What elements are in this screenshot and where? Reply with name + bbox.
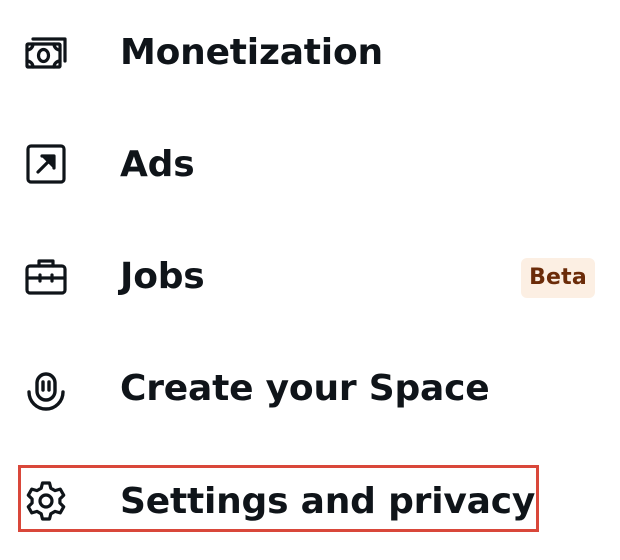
menu-item-settings-privacy[interactable]: Settings and privacy bbox=[0, 448, 620, 560]
menu-item-label: Create your Space bbox=[120, 368, 490, 409]
menu-item-jobs[interactable]: Jobs Beta bbox=[0, 224, 620, 336]
beta-badge: Beta bbox=[521, 258, 595, 298]
menu-item-label: Jobs bbox=[120, 256, 205, 297]
microphone-icon bbox=[23, 365, 69, 411]
menu-item-monetization[interactable]: Monetization bbox=[0, 0, 620, 112]
menu-item-create-space[interactable]: Create your Space bbox=[0, 336, 620, 448]
menu-item-label: Monetization bbox=[120, 32, 383, 73]
arrow-up-right-square-icon bbox=[23, 141, 69, 187]
gear-icon bbox=[23, 478, 69, 524]
menu-item-label: Settings and privacy bbox=[120, 481, 536, 522]
monetization-icon bbox=[23, 29, 69, 75]
menu-item-label: Ads bbox=[120, 144, 195, 185]
menu-item-ads[interactable]: Ads bbox=[0, 112, 620, 224]
briefcase-icon bbox=[23, 253, 69, 299]
more-menu: Monetization Ads Jobs Beta Create your S… bbox=[0, 0, 620, 546]
